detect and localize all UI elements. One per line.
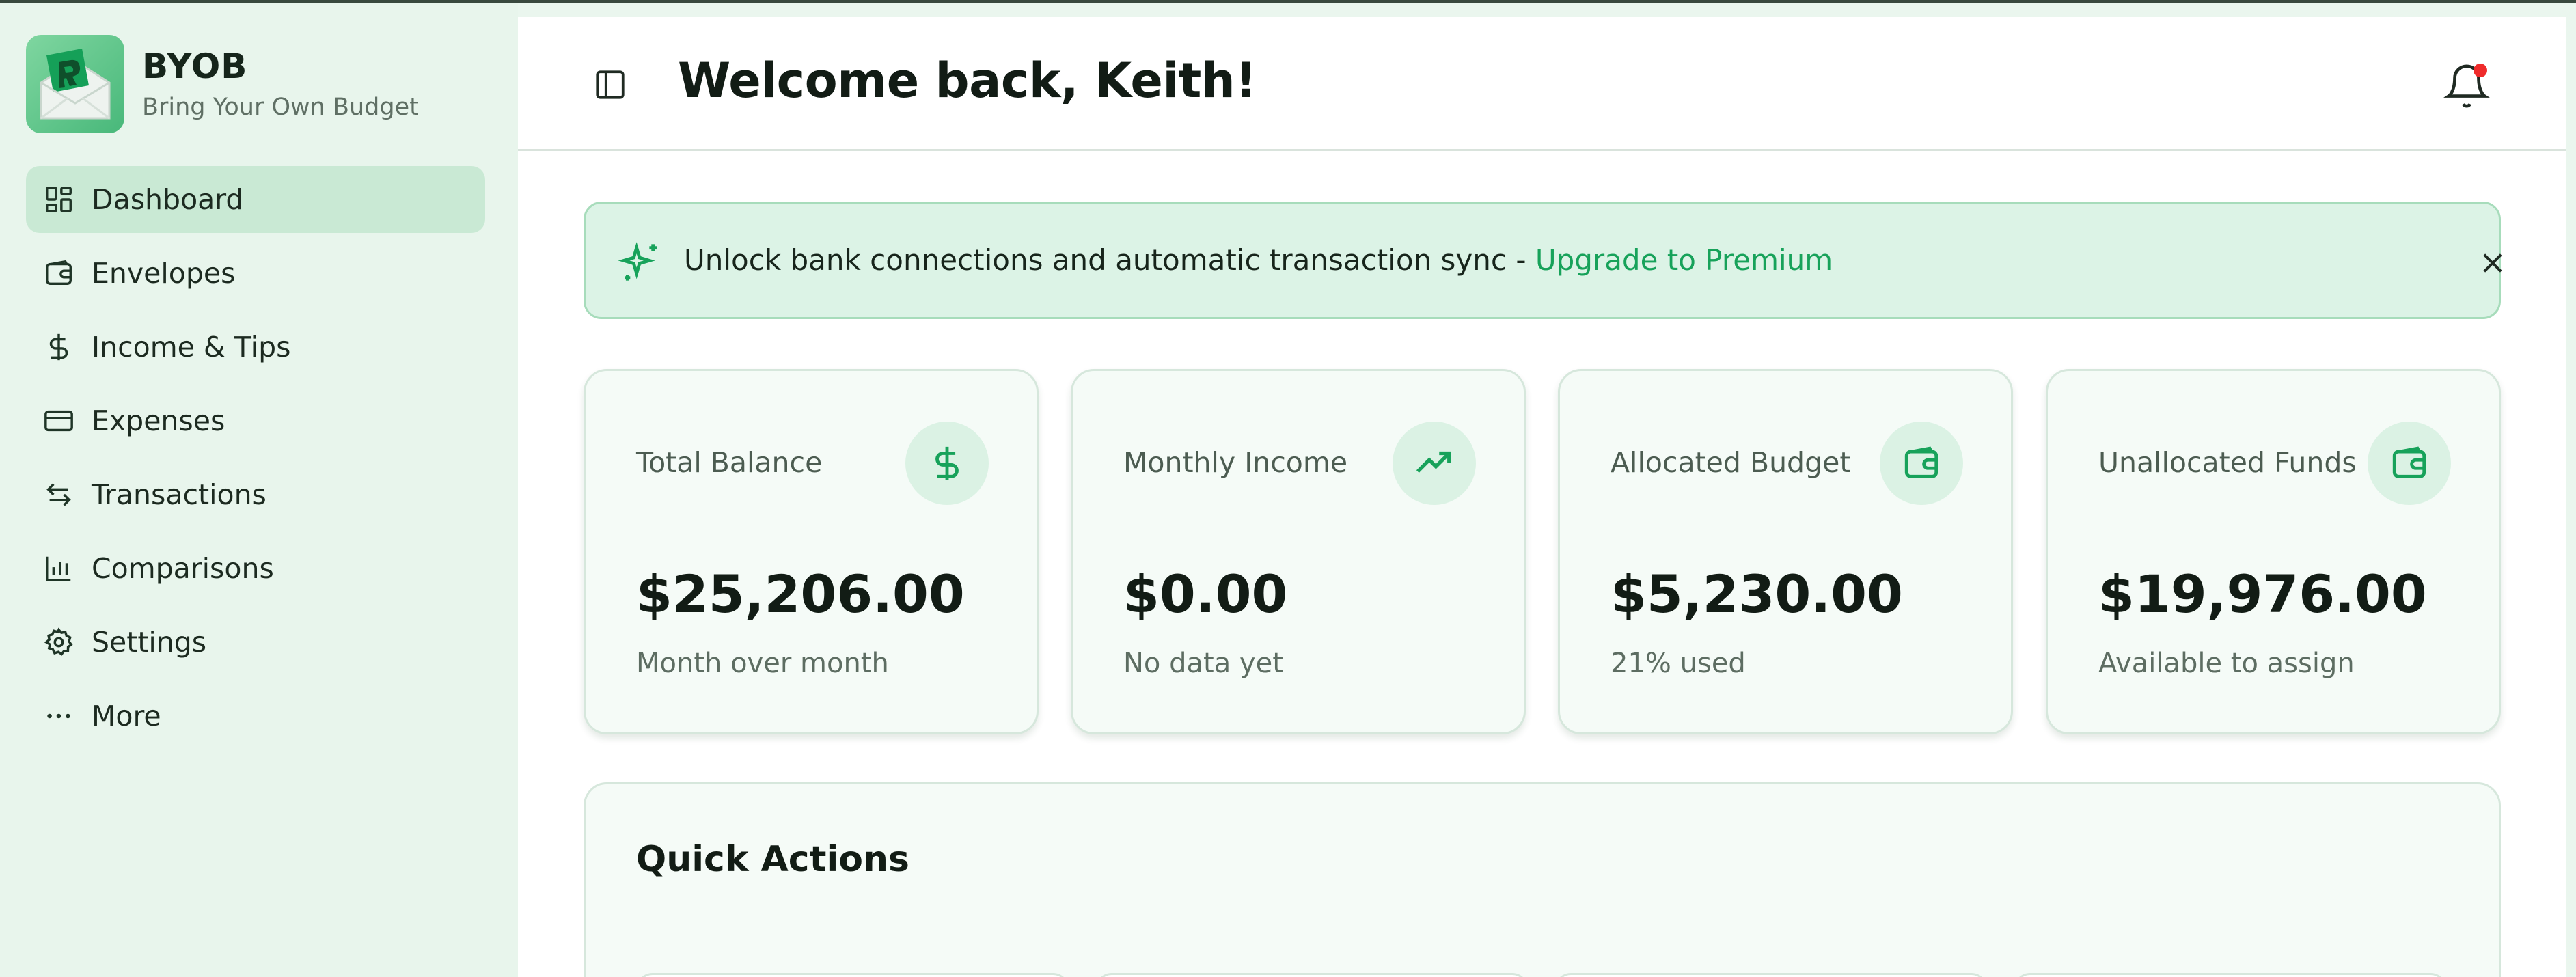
stat-label: Allocated Budget <box>1611 446 1851 479</box>
sidebar-item-income-tips[interactable]: Income & Tips <box>26 314 485 381</box>
page-header: Welcome back, Keith! <box>518 17 2566 151</box>
stat-label: Monthly Income <box>1123 446 1348 479</box>
dollar-icon <box>905 422 989 505</box>
close-banner-icon[interactable] <box>2478 249 2507 277</box>
stat-cards: Total Balance $25,206.00 Month over mont… <box>584 369 2501 752</box>
stat-card-unallocated-funds: Unallocated Funds $19,976.00 Available t… <box>2046 369 2501 734</box>
banner-text: Unlock bank connections and automatic tr… <box>684 243 1535 277</box>
stat-card-allocated-budget: Allocated Budget $5,230.00 21% used <box>1558 369 2013 734</box>
page-title: Welcome back, Keith! <box>678 53 1257 109</box>
sidebar-item-label: Income & Tips <box>92 331 291 363</box>
stat-value: $5,230.00 <box>1611 564 1903 624</box>
sidebar-item-dashboard[interactable]: Dashboard <box>26 166 485 233</box>
main-content: Welcome back, Keith! Unlock bank connect… <box>518 17 2566 977</box>
notification-badge <box>2474 64 2487 77</box>
credit-card-icon <box>42 404 75 437</box>
stat-subtext: Available to assign <box>2098 648 2355 679</box>
sidebar-item-label: Expenses <box>92 404 225 437</box>
sidebar-item-settings[interactable]: Settings <box>26 609 485 676</box>
stat-label: Unallocated Funds <box>2098 446 2357 479</box>
sidebar-item-expenses[interactable]: Expenses <box>26 387 485 454</box>
sidebar-item-more[interactable]: More <box>26 683 485 749</box>
sidebar-item-comparisons[interactable]: Comparisons <box>26 535 485 602</box>
quick-action-tile[interactable] <box>2014 973 2447 977</box>
dollar-icon <box>42 331 75 363</box>
stat-value: $19,976.00 <box>2098 564 2427 624</box>
premium-banner: Unlock bank connections and automatic tr… <box>584 202 2502 319</box>
stat-subtext: No data yet <box>1123 648 1283 679</box>
banner-message: Unlock bank connections and automatic tr… <box>684 243 1833 277</box>
stat-subtext: Month over month <box>636 648 889 679</box>
brand[interactable]: BYOB Bring Your Own Budget <box>26 35 419 133</box>
gear-icon <box>42 626 75 659</box>
stat-card-monthly-income: Monthly Income $0.00 No data yet <box>1071 369 1526 734</box>
sidebar-toggle-icon[interactable] <box>593 68 627 102</box>
trending-up-icon <box>1393 422 1476 505</box>
stat-value: $0.00 <box>1123 564 1288 624</box>
stat-subtext: 21% used <box>1611 648 1746 679</box>
quick-actions-title: Quick Actions <box>636 839 910 880</box>
stat-card-total-balance: Total Balance $25,206.00 Month over mont… <box>584 369 1039 734</box>
stat-label: Total Balance <box>636 446 823 479</box>
sidebar-item-label: Settings <box>92 626 207 659</box>
sparkle-icon <box>618 240 662 284</box>
quick-action-tile[interactable] <box>636 973 1069 977</box>
stat-value: $25,206.00 <box>636 564 965 624</box>
quick-actions-panel: Quick Actions <box>584 782 2501 977</box>
more-dots-icon <box>42 700 75 732</box>
sidebar-item-label: Dashboard <box>92 183 244 216</box>
bar-chart-icon <box>42 552 75 585</box>
quick-action-tile[interactable] <box>1554 973 1988 977</box>
byob-logo-icon <box>26 35 124 133</box>
quick-action-tile[interactable] <box>1095 973 1529 977</box>
sidebar-item-label: Envelopes <box>92 257 236 290</box>
sidebar-nav: Dashboard Envelopes Income & Tips Expens… <box>26 166 485 756</box>
dashboard-grid-icon <box>42 183 75 216</box>
wallet-icon <box>42 257 75 290</box>
sidebar-item-transactions[interactable]: Transactions <box>26 461 485 528</box>
wallet-icon <box>2368 422 2451 505</box>
brand-name: BYOB <box>142 46 248 86</box>
sidebar-item-label: Comparisons <box>92 552 274 585</box>
brand-tagline: Bring Your Own Budget <box>142 93 419 121</box>
sidebar-item-label: Transactions <box>92 478 266 511</box>
arrows-swap-icon <box>42 478 75 511</box>
upgrade-premium-link[interactable]: Upgrade to Premium <box>1535 243 1833 277</box>
sidebar: BYOB Bring Your Own Budget Dashboard Env… <box>0 3 518 977</box>
sidebar-item-envelopes[interactable]: Envelopes <box>26 240 485 307</box>
wallet-icon <box>1880 422 1963 505</box>
sidebar-item-label: More <box>92 700 161 732</box>
